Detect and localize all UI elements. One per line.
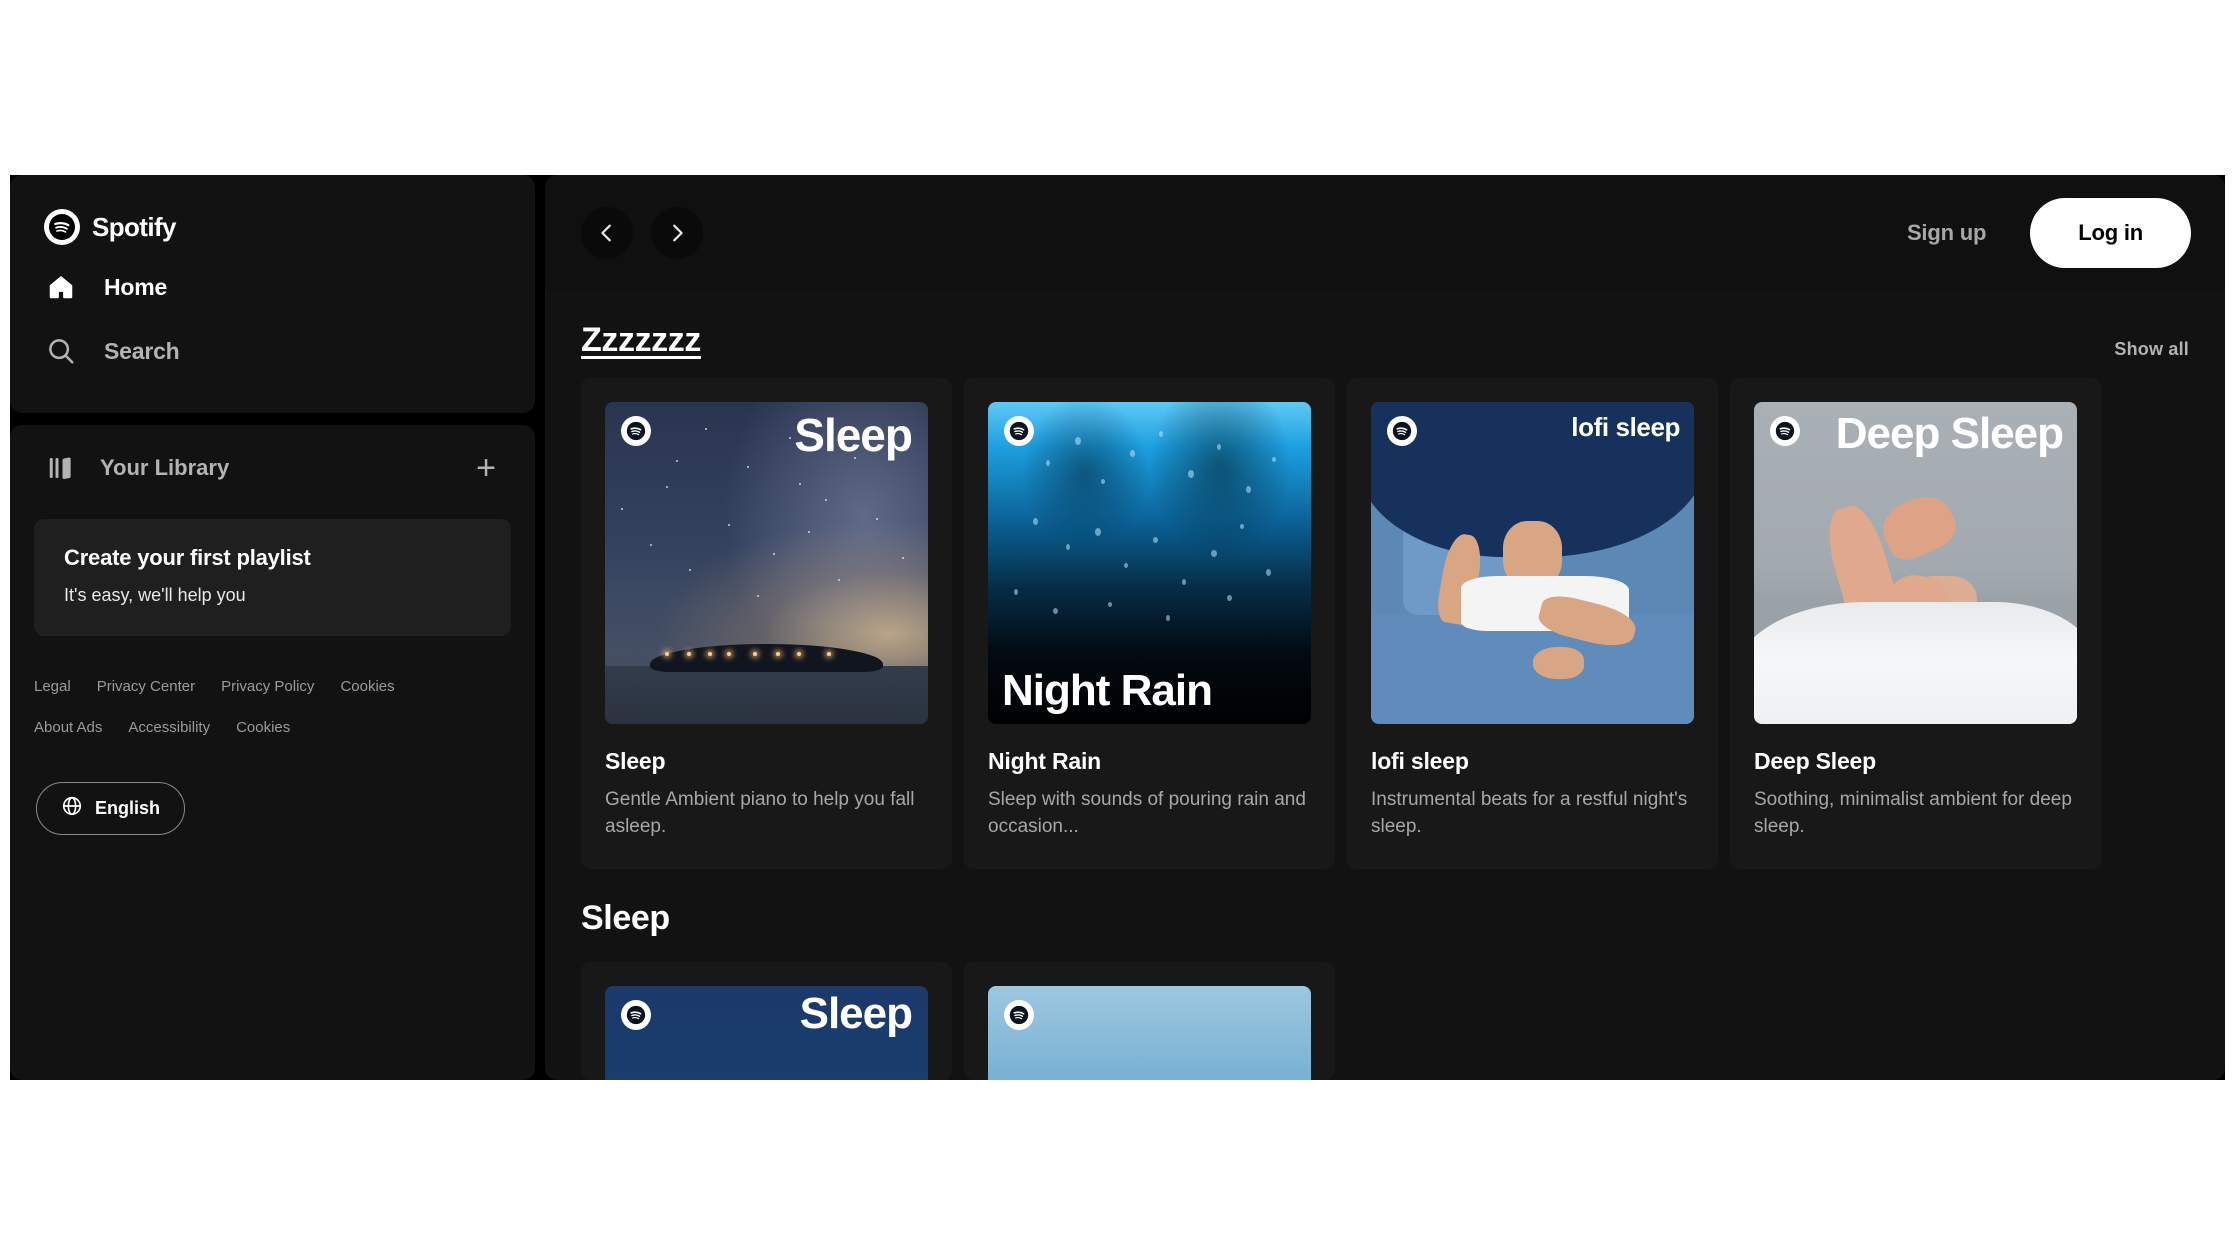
show-all-link-zzzzzzz[interactable]: Show all [2114,339,2189,360]
main-content: Sign up Log in Zzzzzzz Show all Sleep Sl… [545,175,2225,1080]
artwork-label-sleep: Sleep [794,409,913,461]
legal-link-cookies[interactable]: Cookies [340,678,394,695]
language-label: English [95,798,161,818]
playlist-title-sleep: Sleep [605,748,666,774]
hand-decoration [1532,646,1585,679]
spotify-badge-icon [621,999,651,1030]
playlist-card-night-rain[interactable]: Night Rain Night Rain Sleep with sounds … [964,378,1335,869]
content-scroll-area[interactable]: Zzzzzzz Show all Sleep Sleep Gentle Ambi… [545,291,2225,1080]
login-button[interactable]: Log in [2030,198,2191,268]
section-title-sleep[interactable]: Sleep [581,899,670,938]
back-button[interactable] [581,207,633,259]
artwork-label-deep-sleep: Deep Sleep [1835,409,2064,458]
playlist-artwork-lofi-sleep: lofi sleep [1371,402,1694,724]
signup-button[interactable]: Sign up [1881,208,2012,258]
spotify-badge-icon [621,416,651,446]
spotify-badge-icon [1770,416,1800,446]
artwork-label-sleep-2: Sleep [799,988,913,1038]
spotify-badge-icon [1004,999,1034,1030]
section-title-zzzzzzz[interactable]: Zzzzzzz [581,321,701,360]
artwork-label-lofi-sleep: lofi sleep [1571,412,1680,442]
sidebar-item-search-label: Search [104,337,180,364]
create-playlist-promo-card[interactable]: Create your first playlist It's easy, we… [34,519,511,636]
legal-link-cookies-2[interactable]: Cookies [236,719,290,736]
history-navigation [581,207,703,259]
playlist-description-sleep: Gentle Ambient piano to help you fall as… [605,789,915,837]
sidebar-item-search[interactable]: Search [44,319,501,383]
top-bar: Sign up Log in [545,175,2225,291]
card-row-zzzzzzz: Sleep Sleep Gentle Ambient piano to help… [581,378,2189,869]
card-row-sleep: Sleep [581,961,2189,1080]
globe-icon [61,795,83,822]
playlist-card-sleep-3[interactable] [964,961,1335,1080]
brand-name: Spotify [92,211,177,242]
forward-button[interactable] [651,207,703,259]
spotify-badge-icon [1387,416,1417,446]
playlist-card-sleep[interactable]: Sleep Sleep Gentle Ambient piano to help… [581,378,952,869]
library-icon [44,451,78,485]
playlist-description-deep-sleep: Soothing, minimalist ambient for deep sl… [1754,789,2072,837]
playlist-card-sleep-2[interactable]: Sleep [581,961,952,1080]
language-selector-button[interactable]: English [36,782,186,835]
playlist-artwork-sleep-3 [988,985,1311,1080]
sidebar-item-home-label: Home [104,273,168,300]
your-library-button[interactable]: Your Library [44,451,463,485]
section-header-zzzzzzz: Zzzzzzz Show all [581,291,2189,378]
create-playlist-promo-subtitle: It's easy, we'll help you [64,585,246,605]
playlist-title-lofi-sleep: lofi sleep [1371,748,1469,774]
bed-decoration [1371,614,1694,724]
library-header: Your Library + [10,425,535,511]
sidebar-nav-panel: Spotify Home Search [10,175,535,413]
home-icon [44,270,78,304]
sea-decoration [605,666,928,724]
playlist-title-deep-sleep: Deep Sleep [1754,748,1876,774]
section-header-sleep: Sleep [581,869,2189,956]
spotify-logo-icon [44,209,80,245]
playlist-card-lofi-sleep[interactable]: lofi sleep lofi sleep Instrumental beats… [1347,378,1718,869]
legal-link-privacy-center[interactable]: Privacy Center [97,678,195,695]
bedsheet-decoration [1754,601,2077,724]
legal-link-privacy-policy[interactable]: Privacy Policy [221,678,314,695]
playlist-description-night-rain: Sleep with sounds of pouring rain and oc… [988,789,1306,837]
legal-links: Legal Privacy Center Privacy Policy Cook… [34,678,434,736]
spotify-app-window: Spotify Home Search Your Library + Creat… [10,175,2225,1080]
playlist-artwork-sleep: Sleep [605,402,928,724]
search-icon [44,334,78,368]
playlist-title-night-rain: Night Rain [988,748,1101,774]
legal-link-legal[interactable]: Legal [34,678,71,695]
legal-link-accessibility[interactable]: Accessibility [128,719,210,736]
playlist-artwork-sleep-2: Sleep [605,985,928,1080]
create-playlist-add-button[interactable]: + [463,445,509,491]
island-lights [657,651,870,656]
playlist-artwork-night-rain: Night Rain [988,402,1311,724]
legal-link-about-ads[interactable]: About Ads [34,719,102,736]
create-playlist-promo-title: Create your first playlist [64,545,311,570]
artwork-label-night-rain: Night Rain [1002,666,1213,716]
sidebar: Spotify Home Search Your Library + Creat… [10,175,535,1080]
spotify-badge-icon [1004,416,1034,446]
your-library-panel: Your Library + Create your first playlis… [10,425,535,1080]
playlist-description-lofi-sleep: Instrumental beats for a restful night's… [1371,789,1688,837]
raised-hand-decoration [1875,486,1963,566]
playlist-artwork-deep-sleep: Deep Sleep [1754,402,2077,724]
playlist-card-deep-sleep[interactable]: Deep Sleep Deep Sleep Soothing, minimali… [1730,378,2101,869]
your-library-label: Your Library [100,455,230,480]
sidebar-item-home[interactable]: Home [44,255,501,319]
spotify-logo[interactable]: Spotify [44,199,501,255]
